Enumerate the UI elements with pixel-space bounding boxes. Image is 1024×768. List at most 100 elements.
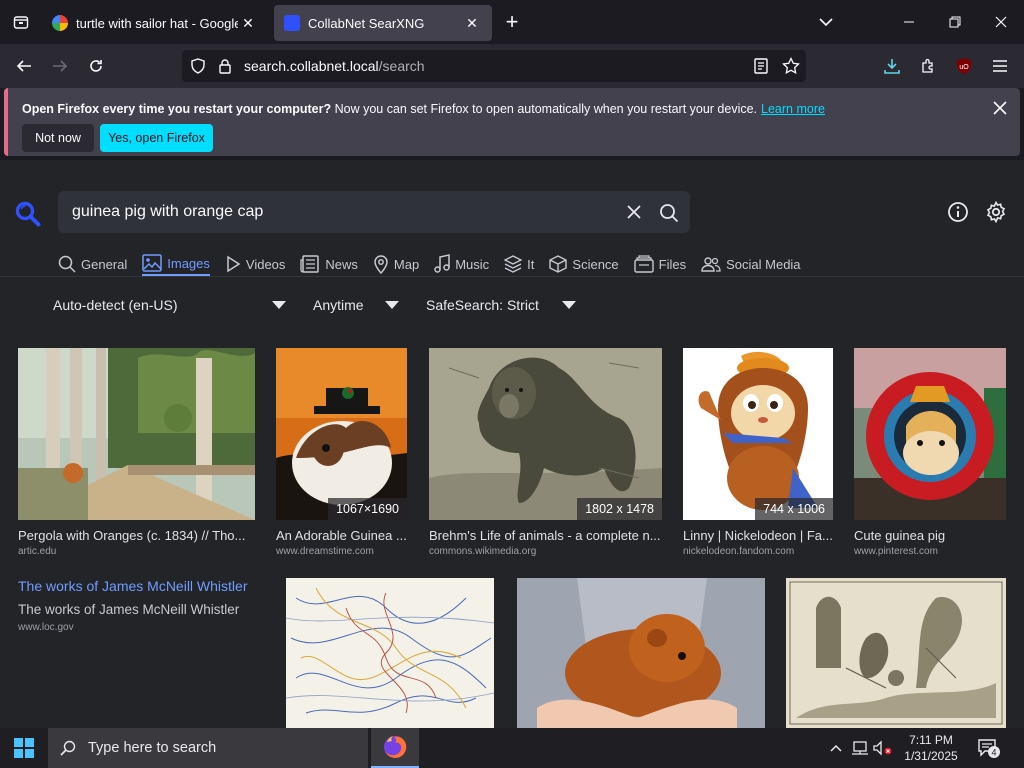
category-label: Files [658,256,687,272]
divider [0,276,1024,277]
result-title[interactable]: Pergola with Oranges (c. 1834) // Tho... [18,528,258,543]
tab-list-button[interactable] [0,0,42,44]
category-label: It [527,256,535,272]
result-title[interactable]: An Adorable Guinea ... [276,528,410,543]
search-icon [60,740,76,756]
ublock-button[interactable]: uO [948,50,980,82]
result-source: www.pinterest.com [854,546,938,557]
close-tab-icon[interactable]: ✕ [238,15,258,32]
web-result-link[interactable]: The works of James McNeill Whistler [18,578,248,594]
engraving-scene-image [786,578,1006,728]
category-it[interactable]: It [504,252,534,276]
web-result-subtitle: The works of James McNeill Whistler [18,602,240,617]
layers-icon [504,255,523,273]
category-general[interactable]: General [58,252,127,276]
category-science[interactable]: Science [549,252,619,276]
back-arrow-icon [16,60,31,72]
downloads-button[interactable] [876,50,908,82]
chevron-down-icon[interactable] [562,301,576,309]
category-social-media[interactable]: Social Media [701,252,801,276]
result-thumbnail[interactable] [286,578,494,728]
linny-cartoon-image [683,348,833,520]
result-thumbnail[interactable] [786,578,1006,728]
volume-button[interactable] [873,728,893,768]
forward-button[interactable] [44,50,76,82]
category-videos[interactable]: Videos [225,252,285,276]
clear-icon [627,205,641,219]
tab-searxng[interactable]: CollabNet SearXNG ✕ [274,5,492,41]
settings-button[interactable] [984,200,1008,224]
start-button[interactable] [0,728,48,768]
search-submit-button[interactable] [658,202,680,224]
reader-view-icon[interactable] [754,58,768,74]
google-icon [52,15,68,31]
result-title[interactable]: Cute guinea pig [854,528,1006,543]
extensions-button[interactable] [912,50,944,82]
time-range-select[interactable]: Anytime [313,297,364,313]
url-path: /search [378,58,425,74]
safesearch-select[interactable]: SafeSearch: Strict [426,297,539,313]
result-thumbnail[interactable] [517,578,765,728]
tab-list-icon [13,16,29,29]
notification-bell-icon: 4 [978,739,1000,758]
search-input[interactable]: guinea pig with orange cap [72,203,263,221]
image-dimensions: 1067×1690 [328,498,407,520]
category-files[interactable]: Files [633,252,687,276]
searxng-logo-icon[interactable] [14,200,42,233]
language-select[interactable]: Auto-detect (en-US) [53,297,178,313]
result-title[interactable]: Brehm's Life of animals - a complete n..… [429,528,665,543]
category-news[interactable]: News [300,252,358,276]
close-notification-button[interactable] [990,98,1010,118]
back-button[interactable] [8,50,40,82]
chevron-down-icon[interactable] [385,301,399,309]
category-label: Science [572,256,619,272]
shield-icon[interactable] [190,58,206,74]
network-button[interactable] [850,728,870,768]
taskbar-search-box[interactable]: Type here to search [48,728,368,768]
minimize-button[interactable] [886,0,932,44]
chevron-down-icon[interactable] [812,10,840,34]
notification-center-button[interactable]: 4 [976,728,1002,768]
new-tab-button[interactable]: + [492,9,532,35]
bookmark-star-icon[interactable] [782,57,800,75]
search-icon [660,204,679,223]
info-button[interactable] [946,200,970,224]
category-map[interactable]: Map [373,252,419,276]
show-hidden-icons-button[interactable] [826,728,846,768]
notification-count: 4 [991,748,996,758]
close-icon [995,16,1007,28]
lock-icon[interactable] [218,58,232,74]
chevron-down-icon[interactable] [272,301,286,309]
search-box[interactable]: guinea pig with orange cap [58,191,690,233]
close-window-button[interactable] [978,0,1024,44]
result-thumbnail[interactable]: 1067×1690 [276,348,407,520]
url-bar[interactable]: search.collabnet.local/search [182,50,806,82]
menu-button[interactable] [984,50,1016,82]
taskbar-search-placeholder: Type here to search [88,740,217,756]
network-icon [852,741,868,755]
reload-button[interactable] [80,50,112,82]
system-clock[interactable]: 7:11 PM 1/31/2025 [896,732,966,764]
yes-open-firefox-button[interactable]: Yes, open Firefox [100,124,213,152]
category-images[interactable]: Images [142,252,210,276]
restore-button[interactable] [932,0,978,44]
not-now-button[interactable]: Not now [22,124,94,152]
tab-google[interactable]: turtle with sailor hat - Google Se ✕ [42,5,268,41]
result-source: artic.edu [18,546,57,557]
category-music[interactable]: Music [434,252,489,276]
info-icon [948,202,968,222]
url-domain: search.collabnet.local [244,58,379,74]
close-tab-icon[interactable]: ✕ [462,15,482,32]
result-thumbnail[interactable]: 744 x 1006 [683,348,833,520]
result-thumbnail[interactable] [854,348,1006,520]
learn-more-link[interactable]: Learn more [761,102,825,116]
result-thumbnail[interactable]: 1802 x 1478 [429,348,662,520]
volume-muted-icon [873,740,892,756]
taskbar-firefox-button[interactable] [371,728,419,768]
category-label: General [81,256,128,272]
clear-search-button[interactable] [624,202,644,222]
firefox-icon [384,735,407,758]
category-label: News [325,256,358,272]
result-title[interactable]: Linny | Nickelodeon | Fa... [683,528,836,543]
result-thumbnail[interactable] [18,348,255,520]
